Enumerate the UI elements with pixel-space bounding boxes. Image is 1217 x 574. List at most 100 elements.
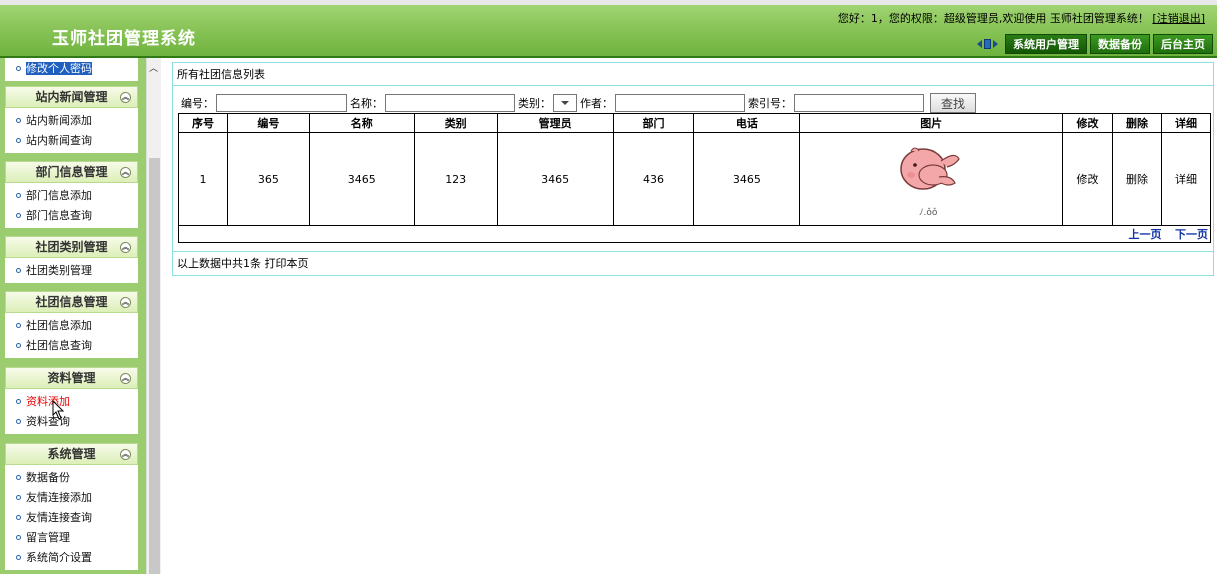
sidebar-item-material-add[interactable]: 资料添加 [5,392,138,412]
list-title: 所有社团信息列表 [173,63,1213,86]
cell-phone: 3465 [693,132,801,226]
print-link[interactable]: 打印本页 [265,257,309,270]
section-header[interactable]: 社团类别管理 ︽ [5,236,138,258]
sidebar-item-intro-settings[interactable]: 系统简介设置 [5,548,138,568]
col-header: 管理员 [496,113,614,133]
chevron-down-icon [561,101,569,105]
table-row: 1 365 3465 123 3465 436 3465 ﾉ.ǒǒ 修改 删除 … [178,132,1212,226]
id-label: 编号： [181,97,214,110]
bullet-icon [16,398,21,404]
bullet-icon [16,212,21,218]
col-header: 修改 [1062,113,1113,133]
index-label: 索引号： [748,97,792,110]
window-top-strip [0,0,1217,5]
bullet-icon [16,117,21,123]
nav-data-backup-button[interactable]: 数据备份 [1090,34,1150,54]
nav-arrows-icon[interactable] [974,37,1000,51]
search-bar: 编号： 名称： 类别： 作者： 索引号： 查找 [178,92,977,114]
section-header[interactable]: 系统管理 ︽ [5,443,138,465]
delete-link[interactable]: 删除 [1112,132,1162,226]
svg-text:ﾉ.ǒǒ: ﾉ.ǒǒ [919,207,938,218]
record-count: 以上数据中共1条 [177,257,261,270]
collapse-icon[interactable]: ︽ [120,92,131,103]
col-header: 序号 [178,113,228,133]
name-input[interactable] [385,94,515,112]
sidebar-section-materials: 资料管理 ︽ 资料添加 资料查询 [5,367,138,434]
sidebar-item-club-add[interactable]: 社团信息添加 [5,316,138,336]
bullet-icon [16,267,21,273]
collapse-icon[interactable]: ︽ [120,373,131,384]
section-header[interactable]: 部门信息管理 ︽ [5,161,138,183]
bullet-icon [16,418,21,424]
club-pig-image: ﾉ.ǒǒ [900,147,960,218]
sidebar-section-club-info: 社团信息管理 ︽ 社团信息添加 社团信息查询 [5,291,138,358]
sidebar-item-club-query[interactable]: 社团信息查询 [5,336,138,356]
cell-name: 3465 [308,132,415,226]
logout-link[interactable]: [注销退出] [1152,12,1205,25]
section-header[interactable]: 社团信息管理 ︽ [5,291,138,313]
main-panel: 所有社团信息列表 编号： 名称： 类别： 作者： 索引号： 查找 序号 编号 名… [172,62,1214,276]
name-label: 名称： [350,97,383,110]
sidebar-scrollbar[interactable]: ︿ [146,58,161,574]
sidebar-item-material-query[interactable]: 资料查询 [5,412,138,432]
collapse-icon[interactable]: ︽ [120,449,131,460]
sidebar-section-department: 部门信息管理 ︽ 部门信息添加 部门信息查询 [5,161,138,228]
type-label: 类别： [518,97,551,110]
cell-seq: 1 [178,132,228,226]
bullet-icon [16,474,21,480]
scrollbar-thumb[interactable] [149,158,160,574]
sidebar-item-change-password[interactable]: 修改个人密码 [5,59,138,79]
bullet-icon [16,342,21,348]
cell-image: ﾉ.ǒǒ [799,132,1064,226]
bullet-icon [16,322,21,328]
sidebar-item-backup[interactable]: 数据备份 [5,468,138,488]
sidebar-item-dept-add[interactable]: 部门信息添加 [5,186,138,206]
scroll-up-icon[interactable]: ︿ [149,61,158,74]
collapse-icon[interactable]: ︽ [120,167,131,178]
header-bar: 玉师社团管理系统 您好：1，您的权限：超级管理员,欢迎使用 玉师社团管理系统！ … [0,0,1217,58]
type-select[interactable] [553,94,577,112]
mouse-cursor-icon [52,400,65,420]
author-input[interactable] [615,94,745,112]
detail-link[interactable]: 详细 [1160,132,1212,226]
col-header: 编号 [226,113,310,133]
next-page-link[interactable]: 下一页 [1175,228,1208,241]
cell-id: 365 [226,132,310,226]
sidebar-section-club-type: 社团类别管理 ︽ 社团类别管理 [5,236,138,283]
sidebar-item-link-query[interactable]: 友情连接查询 [5,508,138,528]
bullet-icon [16,534,21,540]
cell-admin: 3465 [496,132,614,226]
sidebar: 修改个人密码 站内新闻管理 ︽ 站内新闻添加 站内新闻查询 部门信息管理 ︽ 部门信… [0,58,146,574]
pager-row: 上一页 下一页 [178,225,1211,243]
pager-cell: 上一页 下一页 [178,225,1211,243]
bullet-icon [16,554,21,560]
sidebar-item-club-type[interactable]: 社团类别管理 [5,261,138,281]
list-footer: 以上数据中共1条 打印本页 [173,251,1213,275]
sidebar-item-news-add[interactable]: 站内新闻添加 [5,111,138,131]
id-input[interactable] [216,94,347,112]
col-header: 图片 [799,113,1064,133]
prev-page-link[interactable]: 上一页 [1129,228,1162,241]
cell-dept: 436 [612,132,695,226]
collapse-icon[interactable]: ︽ [120,297,131,308]
nav-user-management-button[interactable]: 系统用户管理 [1005,34,1087,54]
welcome-text: 您好：1，您的权限：超级管理员,欢迎使用 玉师社团管理系统！ [837,12,1149,25]
sidebar-item-messages[interactable]: 留言管理 [5,528,138,548]
sidebar-item-link-add[interactable]: 友情连接添加 [5,488,138,508]
section-header[interactable]: 站内新闻管理 ︽ [5,86,138,108]
col-header: 名称 [308,113,415,133]
index-input[interactable] [794,94,924,112]
nav-admin-home-button[interactable]: 后台主页 [1153,34,1213,54]
sidebar-item-dept-query[interactable]: 部门信息查询 [5,206,138,226]
top-nav: 系统用户管理 数据备份 后台主页 [974,34,1213,54]
col-header: 部门 [612,113,695,133]
welcome-message: 您好：1，您的权限：超级管理员,欢迎使用 玉师社团管理系统！ [注销退出] [838,10,1205,26]
sidebar-section-news: 站内新闻管理 ︽ 站内新闻添加 站内新闻查询 [5,86,138,153]
search-button[interactable]: 查找 [930,93,977,113]
bullet-icon [16,494,21,500]
sidebar-section-system: 系统管理 ︽ 数据备份 友情连接添加 友情连接查询 留言管理 系统简介设置 [5,443,138,570]
sidebar-item-news-query[interactable]: 站内新闻查询 [5,131,138,151]
section-header[interactable]: 资料管理 ︽ [5,367,138,389]
collapse-icon[interactable]: ︽ [120,242,131,253]
edit-link[interactable]: 修改 [1062,132,1113,226]
